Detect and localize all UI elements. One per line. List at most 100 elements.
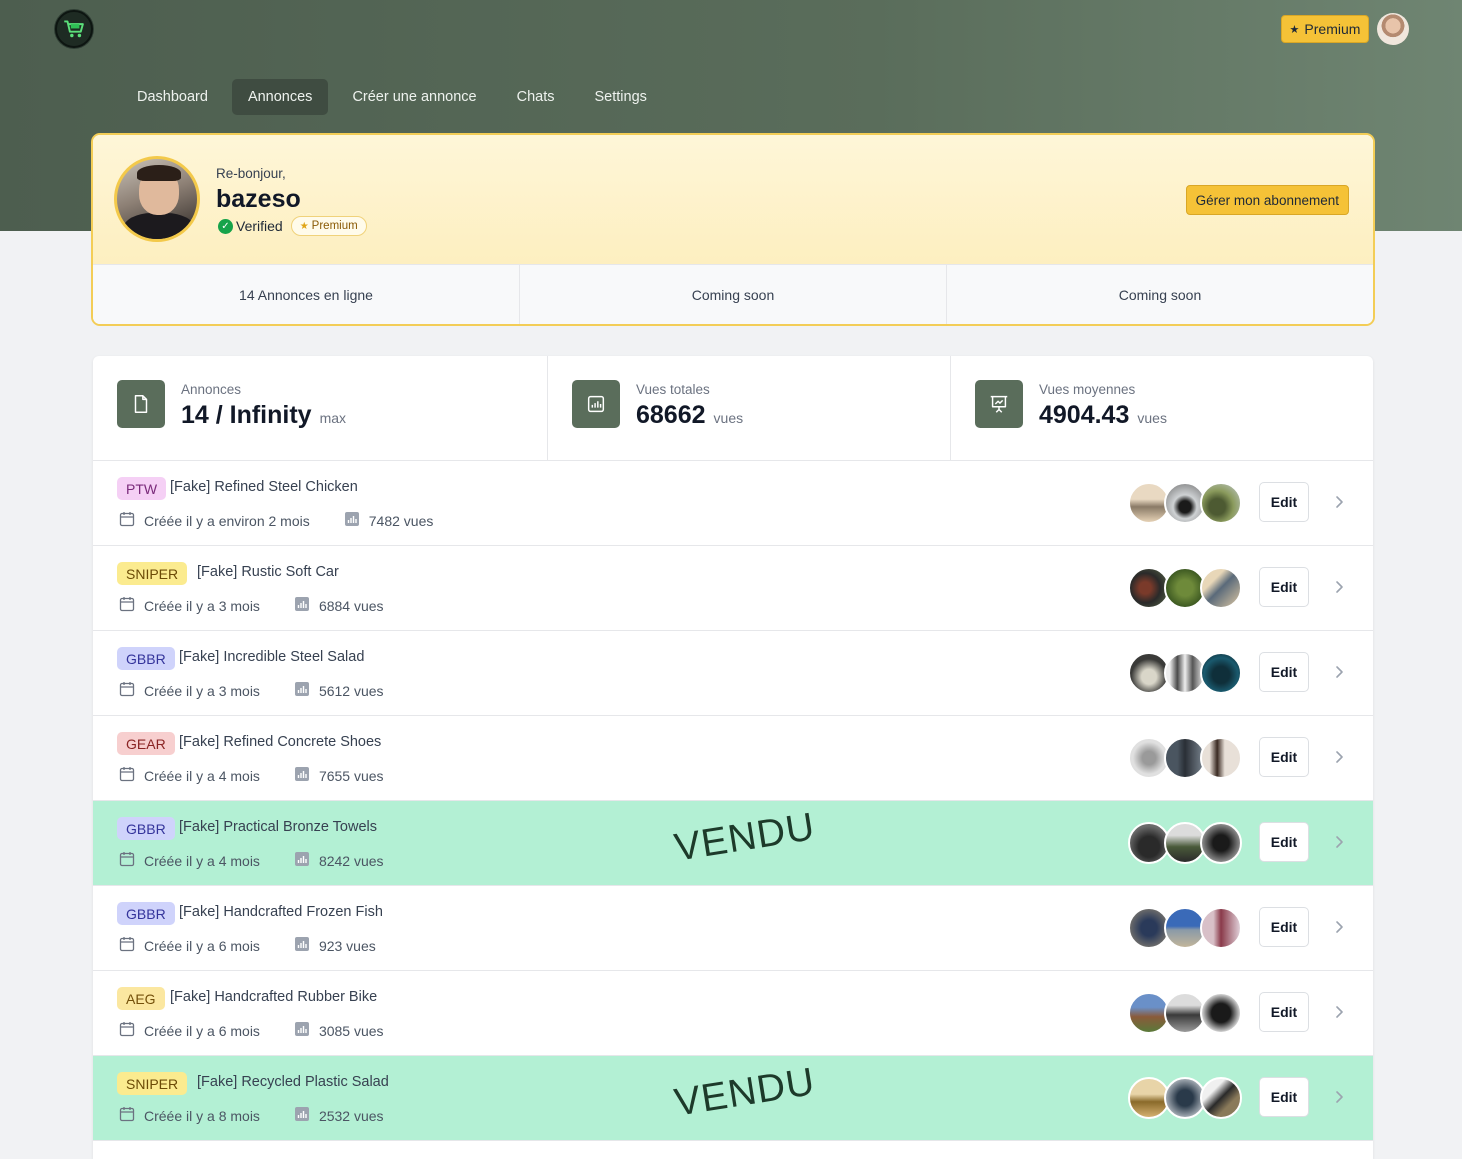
calendar-icon: [119, 851, 144, 870]
profile-stat-coming-soon: Coming soon: [1118, 286, 1202, 303]
listing-thumbnails: [1128, 992, 1242, 1034]
stat-annonces: Annonces 14 / Infinity max: [93, 356, 548, 460]
profile-avatar: [114, 156, 200, 242]
chevron-right-icon[interactable]: [1331, 494, 1347, 510]
cart-logo-icon[interactable]: [55, 10, 93, 48]
premium-badge-label: Premium: [311, 220, 358, 232]
edit-button[interactable]: Edit: [1259, 652, 1309, 692]
premium-button[interactable]: ★ Premium: [1281, 15, 1369, 43]
calendar-icon: [119, 511, 144, 530]
category-tag: GBBR: [117, 817, 175, 840]
listing-photo-thumbnail: [1200, 992, 1242, 1034]
listing-row[interactable]: GBBR [Fake] Handcrafted Frozen Fish Créée …: [93, 886, 1373, 971]
listing-title[interactable]: [Fake] Handcrafted Frozen Fish: [179, 904, 383, 920]
edit-button[interactable]: Edit: [1259, 737, 1309, 777]
calendar-icon: [119, 681, 144, 700]
views-chart-icon: [294, 681, 319, 700]
created-date: Créée il y a 6 mois: [144, 937, 260, 954]
category-tag: GEAR: [117, 732, 175, 755]
created-date: Créée il y a 3 mois: [144, 682, 260, 699]
listing-title[interactable]: [Fake] Recycled Plastic Salad: [197, 1074, 389, 1090]
views-chart-icon: [294, 596, 319, 615]
chevron-right-icon[interactable]: [1331, 579, 1347, 595]
listing-row[interactable]: SNIPER [Fake] Rustic Soft Car Créée il y a…: [93, 546, 1373, 631]
sold-stamp: VENDU: [671, 1060, 819, 1125]
nav-settings[interactable]: Settings: [578, 79, 662, 115]
calendar-icon: [119, 936, 144, 955]
edit-button[interactable]: Edit: [1259, 482, 1309, 522]
edit-button[interactable]: Edit: [1259, 907, 1309, 947]
category-tag: SNIPER: [117, 1072, 188, 1095]
edit-button[interactable]: Edit: [1259, 567, 1309, 607]
created-date: Créée il y a 4 mois: [144, 852, 260, 869]
listing-row[interactable]: GBBR [Fake] Incredible Steel Salad Créée i…: [93, 631, 1373, 716]
views-count: 7655 vues: [318, 767, 384, 784]
manage-subscription-button[interactable]: Gérer mon abonnement: [1185, 185, 1349, 215]
edit-button[interactable]: Edit: [1259, 822, 1309, 862]
created-date: Créée il y a environ 2 mois: [144, 512, 310, 529]
listing-row[interactable]: SNIPER [Fake] Recycled Plastic Salad Créée…: [93, 1056, 1373, 1141]
chevron-right-icon[interactable]: [1331, 1089, 1347, 1105]
listing-title[interactable]: [Fake] Practical Bronze Towels: [179, 819, 377, 835]
listing-thumbnails: [1128, 907, 1242, 949]
listing-row[interactable]: GEAR [Fake] Refined Concrete Shoes Créée i…: [93, 716, 1373, 801]
listing-photo-thumbnail: [1200, 567, 1242, 609]
listing-row[interactable]: GBBR [Fake] Practical Bronze Towels Créée …: [93, 801, 1373, 886]
category-tag: SNIPER: [117, 562, 188, 585]
views-chart-icon: [344, 511, 369, 530]
chevron-right-icon[interactable]: [1331, 1004, 1347, 1020]
nav-chats[interactable]: Chats: [501, 79, 571, 115]
created-date: Créée il y a 6 mois: [144, 1022, 260, 1039]
listing-title[interactable]: [Fake] Refined Concrete Shoes: [179, 734, 381, 750]
listing-title[interactable]: [Fake] Rustic Soft Car: [197, 564, 339, 580]
chevron-right-icon[interactable]: [1331, 834, 1347, 850]
listing-thumbnails: [1128, 652, 1242, 694]
listing-title[interactable]: [Fake] Refined Steel Chicken: [170, 479, 358, 495]
presentation-chart-icon: [975, 380, 1023, 428]
listing-photo-thumbnail: [1200, 482, 1242, 524]
premium-badge: ★ Premium: [290, 216, 367, 236]
listings-panel: Annonces 14 / Infinity max Vues totales 6…: [93, 356, 1373, 1159]
listing-photo-thumbnail: [1200, 652, 1242, 694]
nav-annonces[interactable]: Annonces: [231, 79, 329, 115]
star-icon: ★: [299, 220, 309, 232]
views-count: 2532 vues: [318, 1107, 384, 1124]
username: bazeso: [216, 185, 301, 213]
edit-button[interactable]: Edit: [1259, 1077, 1309, 1117]
created-date: Créée il y a 4 mois: [144, 767, 260, 784]
calendar-icon: [119, 596, 144, 615]
listing-photo-thumbnail: [1200, 822, 1242, 864]
user-avatar[interactable]: [1377, 13, 1409, 45]
created-date: Créée il y a 8 mois: [144, 1107, 260, 1124]
document-icon: [117, 380, 165, 428]
listing-title[interactable]: [Fake] Incredible Steel Salad: [179, 649, 364, 665]
nav-creer-annonce[interactable]: Créer une annonce: [336, 79, 492, 115]
edit-button[interactable]: Edit: [1259, 992, 1309, 1032]
views-chart-icon: [294, 766, 319, 785]
listing-row[interactable]: PTW [Fake] Refined Steel Chicken Créée il …: [93, 461, 1373, 546]
calendar-icon: [119, 1106, 144, 1125]
chevron-right-icon[interactable]: [1331, 749, 1347, 765]
nav-dashboard[interactable]: Dashboard: [121, 79, 224, 115]
created-date: Créée il y a 3 mois: [144, 597, 260, 614]
chevron-right-icon[interactable]: [1331, 919, 1347, 935]
views-count: 3085 vues: [318, 1022, 384, 1039]
listing-thumbnails: [1128, 482, 1242, 524]
listing-photo-thumbnail: [1200, 1077, 1242, 1119]
views-count: 8242 vues: [318, 852, 384, 869]
listing-thumbnails: [1128, 822, 1242, 864]
chevron-right-icon[interactable]: [1331, 664, 1347, 680]
profile-stat-listings: 14 Annonces en ligne: [93, 265, 520, 324]
listing-thumbnails: [1128, 737, 1242, 779]
views-chart-icon: [294, 1021, 319, 1040]
views-count: 7482 vues: [368, 512, 434, 529]
listing-title[interactable]: [Fake] Handcrafted Rubber Bike: [170, 989, 377, 1005]
category-tag: AEG: [117, 987, 165, 1010]
stat-vues-moyennes: Vues moyennes 4904.43 vues: [951, 356, 1373, 460]
profile-stat-coming-soon: Coming soon: [520, 265, 947, 324]
views-count: 923 vues: [318, 937, 376, 954]
stat-vues-totales: Vues totales 68662 vues: [548, 356, 951, 460]
calendar-icon: [119, 1021, 144, 1040]
sold-stamp: VENDU: [671, 805, 819, 870]
listing-row[interactable]: AEG [Fake] Handcrafted Rubber Bike Créée i…: [93, 971, 1373, 1056]
